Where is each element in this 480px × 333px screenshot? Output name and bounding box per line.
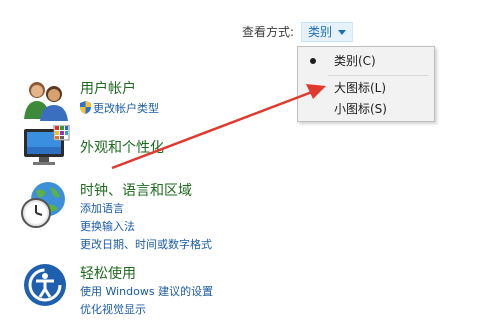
annotation-arrow-icon: [111, 84, 326, 170]
